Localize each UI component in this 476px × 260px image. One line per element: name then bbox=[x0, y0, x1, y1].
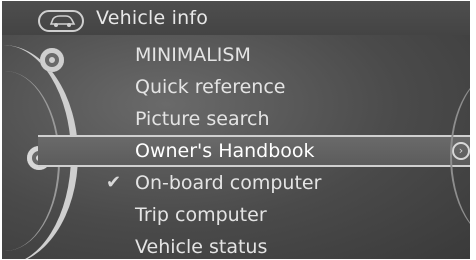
car-icon bbox=[49, 15, 76, 27]
menu-item-label: Owner's Handbook bbox=[135, 140, 315, 162]
menu-item-label: On-board computer bbox=[135, 172, 322, 194]
menu-item-minimalism[interactable]: MINIMALISM bbox=[2, 39, 470, 71]
menu-item-owners-handbook[interactable]: Owner's Handbook › bbox=[38, 135, 470, 167]
menu-item-label: Picture search bbox=[135, 108, 270, 130]
menu-item-label: MINIMALISM bbox=[135, 44, 251, 66]
vehicle-info-screen: Vehicle info MINIMALISM Quick reference … bbox=[2, 1, 470, 259]
menu-item-vehicle-status[interactable]: Vehicle status bbox=[2, 231, 470, 259]
page-title: Vehicle info bbox=[96, 7, 209, 29]
header-bar: Vehicle info bbox=[2, 1, 470, 35]
menu-item-trip-computer[interactable]: Trip computer bbox=[2, 199, 470, 231]
checkmark-icon: ✔ bbox=[106, 172, 122, 193]
menu-item-picture-search[interactable]: Picture search bbox=[2, 103, 470, 135]
menu-item-label: Quick reference bbox=[135, 76, 286, 98]
vehicle-info-menu: MINIMALISM Quick reference Picture searc… bbox=[2, 39, 470, 259]
menu-item-label: Vehicle status bbox=[135, 236, 268, 258]
menu-item-label: Trip computer bbox=[135, 204, 267, 226]
header-icon-pill bbox=[38, 10, 84, 32]
menu-item-quick-reference[interactable]: Quick reference bbox=[2, 71, 470, 103]
menu-item-on-board-computer[interactable]: ✔ On-board computer bbox=[2, 167, 470, 199]
